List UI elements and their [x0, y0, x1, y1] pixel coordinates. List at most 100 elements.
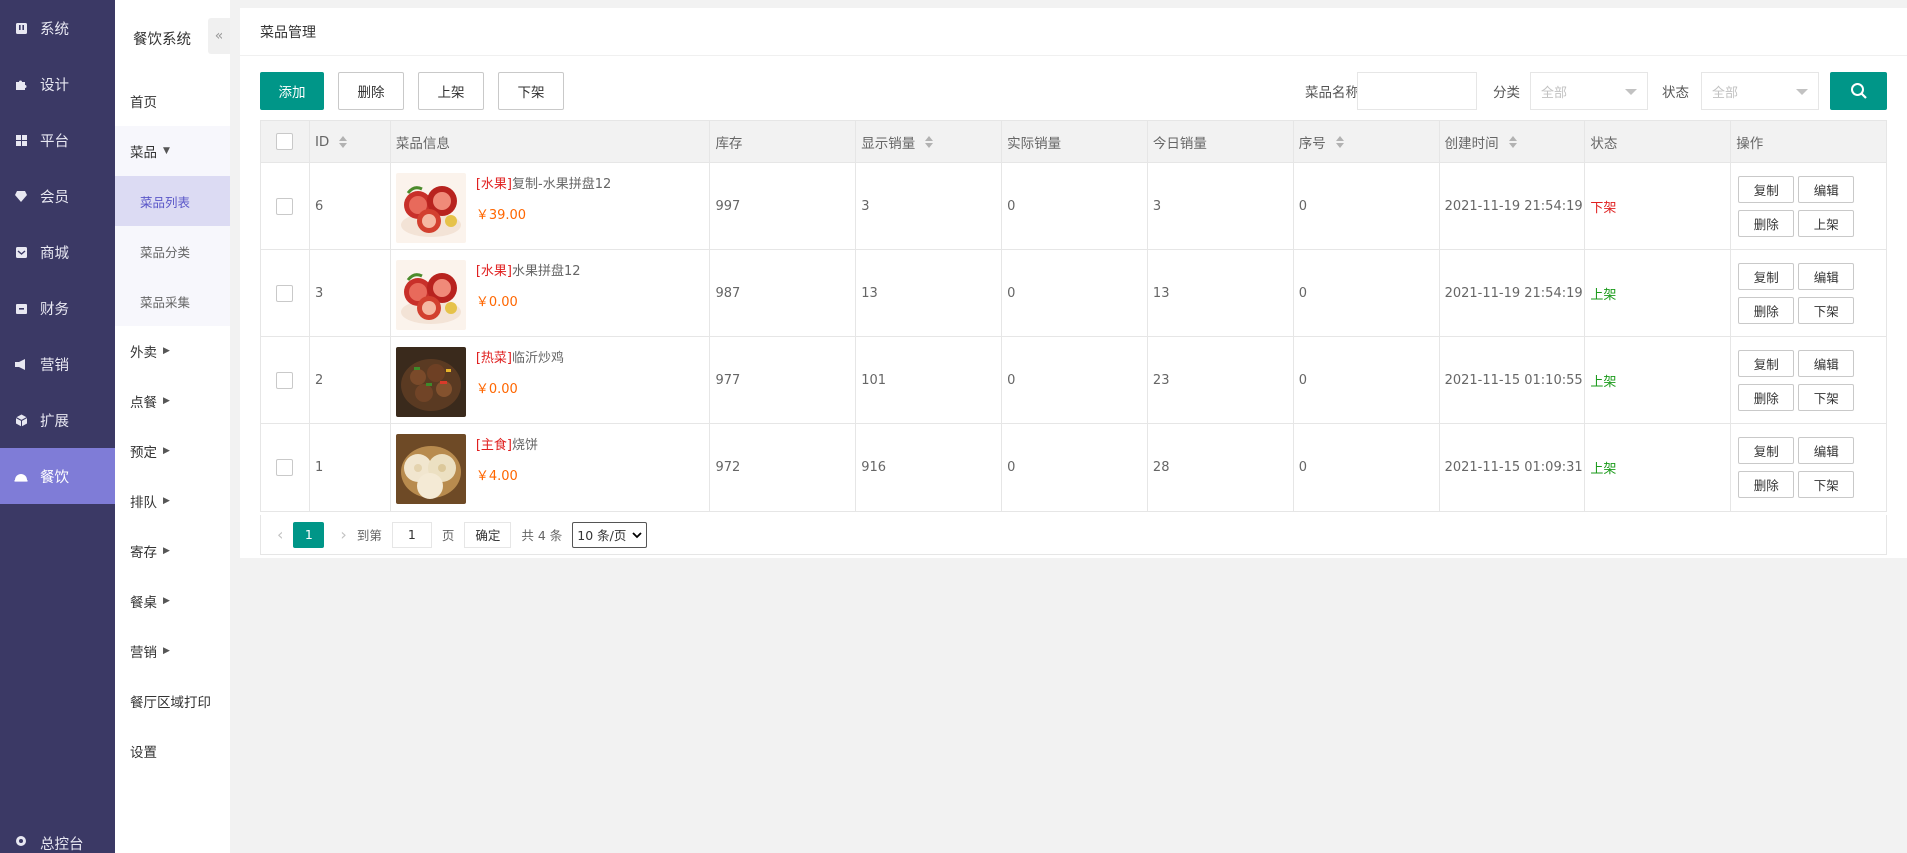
toggle-shelf-button[interactable]: 上架	[1798, 209, 1855, 237]
cell-order: 0	[1294, 337, 1440, 423]
subnav-item-order[interactable]: 点餐 ▶	[115, 376, 230, 426]
cell-status: 下架	[1585, 163, 1732, 249]
subnav-item-marketing[interactable]: 营销 ▶	[115, 626, 230, 676]
header-dish-info: 菜品信息	[391, 121, 711, 162]
name-filter-input[interactable]	[1357, 72, 1477, 110]
prev-page-icon[interactable]: ‹	[277, 525, 283, 544]
chevron-down-icon	[632, 531, 642, 538]
on-shelf-button[interactable]: 上架	[418, 72, 484, 110]
today-sales-value: 23	[1152, 372, 1170, 388]
next-page-icon[interactable]: ›	[340, 525, 346, 544]
sidebar-item-7[interactable]: 扩展	[0, 392, 115, 448]
header-stock: 库存	[710, 121, 857, 162]
page-size-select[interactable]: 10 条/页	[572, 521, 648, 548]
header-order[interactable]: 序号	[1294, 121, 1440, 162]
created-value: 2021-11-15 01:10:55	[1444, 372, 1583, 388]
sidebar-item-label: 营销	[40, 357, 69, 374]
subnav-item-reserve[interactable]: 预定 ▶	[115, 426, 230, 476]
caret-right-icon: ▶	[163, 646, 170, 656]
edit-button[interactable]: 编辑	[1798, 349, 1855, 377]
sidebar-item-0[interactable]: 系统	[0, 0, 115, 56]
delete-button[interactable]: 删除	[1738, 209, 1795, 237]
sidebar-item-console[interactable]: 总控台	[0, 823, 84, 853]
add-button[interactable]: 添加	[260, 72, 324, 110]
sidebar-item-label: 会员	[40, 189, 69, 206]
grid-icon	[14, 133, 28, 147]
copy-button[interactable]: 复制	[1738, 175, 1795, 203]
sidebar-item-6[interactable]: 营销	[0, 336, 115, 392]
subnav-item-dish-category[interactable]: 菜品分类	[115, 226, 230, 276]
caret-right-icon: ▶	[163, 396, 170, 406]
subnav-item-dishes[interactable]: 菜品 ▼	[115, 126, 230, 176]
subnav-item-label: 餐厅区域打印	[130, 695, 211, 711]
header-id[interactable]: ID	[310, 121, 391, 162]
sidebar-item-8[interactable]: 餐饮	[0, 448, 115, 504]
sort-icon[interactable]	[339, 135, 348, 148]
subnav-item-label: 营销	[130, 645, 157, 661]
subnav-item-area-print[interactable]: 餐厅区域打印	[115, 676, 230, 726]
stock-value: 977	[715, 372, 741, 388]
search-button[interactable]	[1830, 72, 1887, 110]
cell-today-sales: 28	[1148, 424, 1294, 511]
subnav-item-table[interactable]: 餐桌 ▶	[115, 576, 230, 626]
off-shelf-button[interactable]: 下架	[498, 72, 564, 110]
delete-button[interactable]: 删除	[338, 72, 404, 110]
row-checkbox[interactable]	[276, 284, 294, 302]
status-badge: 下架	[1590, 200, 1617, 216]
copy-button[interactable]: 复制	[1738, 437, 1795, 464]
cell-created: 2021-11-15 01:10:55	[1440, 337, 1586, 423]
goto-page-input[interactable]: 1	[391, 521, 432, 548]
subnav-item-home[interactable]: 首页	[115, 76, 230, 126]
row-checkbox[interactable]	[276, 197, 294, 215]
today-sales-value: 28	[1152, 460, 1170, 475]
dish-text: [热菜]临沂炒鸡 ￥0.00	[476, 347, 564, 397]
sidebar-item-2[interactable]: 平台	[0, 112, 115, 168]
subnav-item-dish-collect[interactable]: 菜品采集	[115, 276, 230, 326]
subnav-item-takeout[interactable]: 外卖 ▶	[115, 326, 230, 376]
sidebar-item-3[interactable]: 会员	[0, 168, 115, 224]
category-select[interactable]: 全部	[1530, 72, 1648, 110]
select-all-checkbox[interactable]	[276, 133, 294, 150]
row-checkbox[interactable]	[276, 371, 294, 389]
delete-button[interactable]: 删除	[1738, 471, 1795, 498]
sidebar-item-5[interactable]: 财务	[0, 280, 115, 336]
header-created[interactable]: 创建时间	[1440, 121, 1586, 162]
main-sidebar: 系统 设计 平台会员商城 财务营销扩展 餐饮 总控台	[0, 0, 115, 853]
delete-button[interactable]: 删除	[1738, 296, 1795, 324]
toggle-shelf-button[interactable]: 下架	[1798, 296, 1855, 324]
sidebar-item-4[interactable]: 商城	[0, 224, 115, 280]
subnav-item-dish-list[interactable]: 菜品列表	[115, 176, 230, 226]
dish-text: [水果]水果拼盘12 ￥0.00	[476, 260, 581, 310]
cell-today-sales: 13	[1148, 250, 1294, 336]
copy-button[interactable]: 复制	[1738, 262, 1795, 290]
header-today-sales: 今日销量	[1148, 121, 1294, 162]
row-actions: 复制 编辑 删除 下架	[1736, 437, 1855, 498]
cell-dish-info: [水果]复制-水果拼盘12 ￥39.00	[391, 163, 711, 249]
delete-button[interactable]: 删除	[1738, 383, 1795, 411]
edit-button[interactable]: 编辑	[1798, 175, 1855, 203]
sort-icon[interactable]	[1335, 135, 1344, 148]
sidebar-item-1[interactable]: 设计	[0, 56, 115, 112]
toggle-shelf-button[interactable]: 下架	[1798, 471, 1855, 498]
edit-button[interactable]: 编辑	[1798, 437, 1855, 464]
dish-name: [水果]复制-水果拼盘12	[476, 173, 611, 192]
collapse-button[interactable]: «	[208, 18, 230, 54]
status-select[interactable]: 全部	[1701, 72, 1819, 110]
page-button-current[interactable]: 1	[293, 521, 325, 548]
subnav-item-settings[interactable]: 设置	[115, 726, 230, 776]
row-checkbox[interactable]	[276, 459, 294, 476]
subnav-item-storage[interactable]: 寄存 ▶	[115, 526, 230, 576]
sort-icon[interactable]	[1508, 135, 1517, 148]
subnav-item-queue[interactable]: 排队 ▶	[115, 476, 230, 526]
header-label: ID	[314, 133, 330, 150]
sort-icon[interactable]	[925, 135, 934, 148]
header-shown-sales[interactable]: 显示销量	[856, 121, 1003, 162]
cell-id: 1	[310, 424, 391, 511]
cell-stock: 977	[710, 337, 857, 423]
copy-button[interactable]: 复制	[1738, 349, 1795, 377]
edit-button[interactable]: 编辑	[1798, 262, 1855, 290]
toggle-shelf-button[interactable]: 下架	[1798, 383, 1855, 411]
caret-right-icon: ▶	[163, 546, 170, 556]
dish-text: [水果]复制-水果拼盘12 ￥39.00	[476, 173, 611, 223]
goto-confirm-button[interactable]: 确定	[464, 521, 512, 548]
